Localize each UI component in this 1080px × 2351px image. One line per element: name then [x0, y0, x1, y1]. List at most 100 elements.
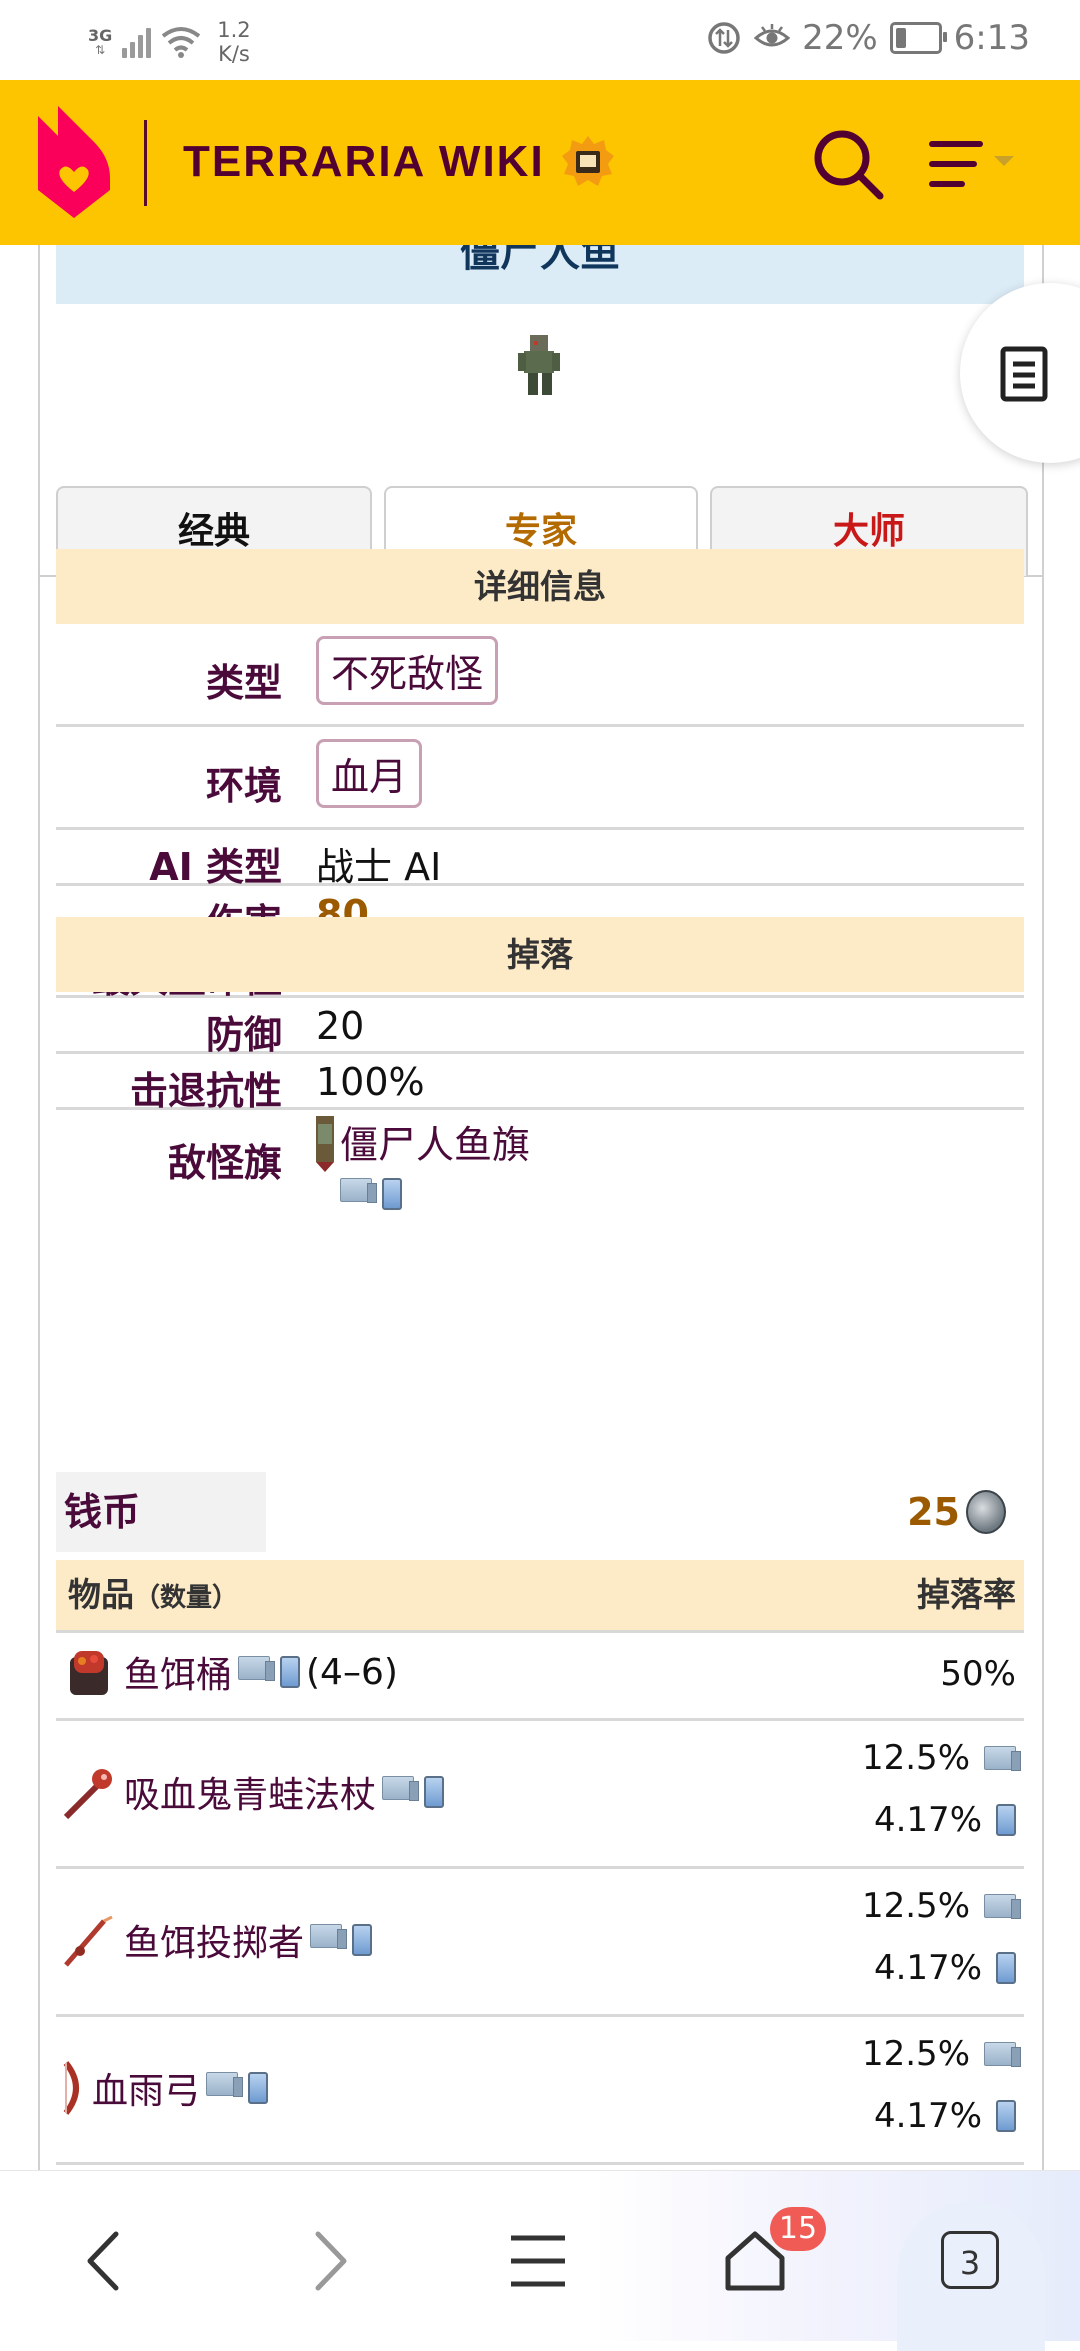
- info-value: 血月: [316, 739, 423, 808]
- coins-amount: 25: [907, 1490, 960, 1534]
- network-type: 3G: [88, 26, 113, 45]
- speed-value: 1.2: [217, 18, 251, 42]
- desktop-version-icon: [310, 1924, 348, 1949]
- chum-caster-icon: [64, 1915, 113, 1967]
- silver-coin-icon: [966, 1490, 1006, 1534]
- info-row-knockback: 击退抗性 100%: [56, 1054, 1024, 1113]
- drop-rate: 50%: [940, 1654, 1016, 1694]
- wiki-title[interactable]: TERRARIA WIKI: [183, 136, 545, 188]
- info-row-type: 类型 不死敌怪: [56, 624, 1024, 727]
- qty-column-label: （数量）: [134, 1583, 239, 1613]
- clock: 6:13: [953, 18, 1030, 58]
- banner-link[interactable]: 僵尸人鱼旗: [340, 1114, 530, 1169]
- table-row: 吸血鬼青蛙法杖 12.5% 4.17%: [56, 1721, 1024, 1869]
- wiki-badge-icon: [562, 136, 614, 186]
- info-label: 敌怪旗: [167, 1141, 282, 1185]
- browser-menu-icon[interactable]: [503, 2226, 573, 2296]
- info-label: 类型: [205, 661, 282, 705]
- drop-item: 血雨弓: [60, 2059, 269, 2117]
- banner-icon: [316, 1116, 334, 1172]
- rate-desktop: 12.5%: [861, 1727, 1021, 1789]
- data-arrows-icon: ⇅: [95, 43, 106, 57]
- info-row-defense: 防御 20: [56, 998, 1024, 1057]
- rate-mobile-value: 4.17%: [873, 1948, 982, 1988]
- platform-icons: [310, 1924, 373, 1956]
- table-row: 鱼饵投掷者 12.5% 4.17%: [56, 1869, 1024, 2017]
- eye-comfort-icon: [754, 24, 791, 47]
- item-column-header: 物品（数量）: [68, 1560, 238, 1633]
- drop-rate: 12.5% 4.17%: [861, 1727, 1021, 1851]
- rate-mobile: 4.17%: [862, 1789, 1016, 1851]
- mobile-version-icon: [382, 1177, 402, 1210]
- info-value: 战士 AI: [316, 845, 442, 889]
- notification-badge: 15: [770, 2207, 826, 2251]
- platform-icons: [206, 2072, 269, 2104]
- info-value: 不死敌怪: [316, 636, 499, 705]
- mobile-version-icon: [248, 2072, 269, 2104]
- item-link[interactable]: 吸血鬼青蛙法杖: [124, 1766, 376, 1818]
- desktop-version-icon: [984, 1894, 1021, 1919]
- rate-desktop-value: 12.5%: [861, 1886, 970, 1926]
- info-label: 击退抗性: [129, 1069, 282, 1113]
- back-arrow-icon[interactable]: [72, 2226, 142, 2296]
- rate-mobile-value: 4.17%: [873, 1800, 982, 1840]
- rate-desktop: 12.5%: [861, 1875, 1021, 1937]
- browser-bottom-nav: 15 3: [0, 2170, 1080, 2351]
- network-speed: 1.2 K/s: [217, 18, 250, 66]
- wiki-header: TERRARIA WIKI: [0, 80, 1080, 245]
- desktop-version-icon: [206, 2072, 244, 2097]
- drop-rate: 12.5% 4.17%: [861, 1875, 1021, 1999]
- banner-value: 僵尸人鱼旗: [340, 1114, 530, 1213]
- info-value: 20: [316, 1004, 365, 1048]
- rate-desktop-value: 12.5%: [861, 1738, 970, 1778]
- coins-value: 25: [907, 1472, 1006, 1552]
- info-value: 100%: [316, 1060, 425, 1104]
- fandom-logo-icon[interactable]: [34, 106, 114, 218]
- battery-percent: 22%: [802, 18, 878, 58]
- rate-desktop-value: 12.5%: [861, 2034, 970, 2074]
- info-label: AI 类型: [149, 845, 282, 889]
- menu-icon[interactable]: [928, 138, 1018, 194]
- drops-section-header: 掉落: [56, 917, 1024, 992]
- forward-arrow-icon[interactable]: [292, 2226, 362, 2296]
- info-value: 僵尸人鱼旗: [314, 1114, 530, 1213]
- table-row: 血雨弓 12.5% 4.17%: [56, 2017, 1024, 2165]
- status-left: 3G ⇅ 1.2 K/s: [88, 18, 251, 66]
- search-icon[interactable]: [808, 124, 888, 204]
- item-link[interactable]: 鱼饵桶: [124, 1646, 232, 1698]
- rate-mobile-value: 4.17%: [873, 2096, 982, 2136]
- signal-icon: [122, 26, 152, 58]
- rate-desktop: 12.5%: [861, 2023, 1021, 2085]
- item-column-label: 物品: [68, 1575, 134, 1614]
- platform-icons: [340, 1177, 402, 1210]
- environment-tag-link[interactable]: 血月: [316, 739, 423, 808]
- desktop-version-icon: [984, 2042, 1021, 2067]
- vampire-frog-staff-icon: [63, 1769, 112, 1820]
- platform-icons: [382, 1776, 445, 1808]
- item-link[interactable]: 鱼饵投掷者: [124, 1914, 304, 1966]
- rate-mobile: 4.17%: [862, 2085, 1016, 2147]
- coins-label: 钱币: [56, 1472, 266, 1552]
- platform-icons: [238, 1656, 301, 1688]
- infobox-title-bar: 僵尸人鱼: [56, 245, 1024, 304]
- item-link[interactable]: 血雨弓: [92, 2062, 200, 2114]
- info-row-banner: 敌怪旗 僵尸人鱼旗: [56, 1110, 1024, 1210]
- network-indicator: 3G ⇅: [88, 26, 113, 57]
- table-row: 鱼饵桶 (4–6) 50%: [56, 1633, 1024, 1721]
- drop-rate: 12.5% 4.17%: [861, 2023, 1021, 2147]
- mobile-version-icon: [996, 1804, 1016, 1836]
- header-divider: [144, 120, 147, 206]
- page-content: 僵尸人鱼 经典 专家 大师 详细信息 类型 不死敌怪 环境 血月 AI 类型 战…: [0, 245, 1080, 2170]
- bait-bucket-icon: [70, 1651, 108, 1695]
- details-section-header: 详细信息: [56, 549, 1024, 624]
- desktop-version-icon: [238, 1656, 276, 1681]
- info-row-ai-type: AI 类型 战士 AI: [56, 830, 1024, 889]
- tab-switcher-button[interactable]: 3: [941, 2231, 999, 2289]
- type-tag-link[interactable]: 不死敌怪: [316, 636, 499, 705]
- drop-item: 鱼饵桶 (4–6): [60, 1643, 398, 1701]
- status-right: 22% 6:13: [706, 18, 1030, 58]
- info-label: 防御: [205, 1013, 282, 1057]
- speed-unit: K/s: [218, 42, 250, 66]
- enemy-sprite-icon: [518, 335, 560, 395]
- battery-icon: [889, 22, 947, 54]
